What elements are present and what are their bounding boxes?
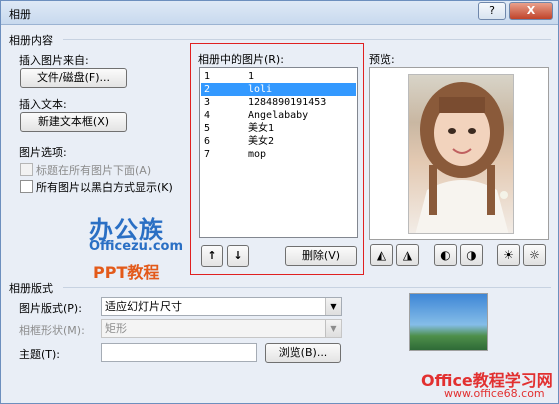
layout-preview-thumbnail (409, 293, 488, 351)
item-name: 1284890191453 (248, 97, 327, 108)
frame-shape-select[interactable]: 矩形 ▼ (101, 319, 342, 338)
chevron-down-icon[interactable]: ▼ (325, 298, 341, 315)
picture-layout-select[interactable]: 适应幻灯片尺寸 ▼ (101, 297, 342, 316)
album-layout-group-title: 相册版式 (9, 282, 53, 295)
insert-text-label: 插入文本: (19, 98, 67, 111)
album-content-group-title: 相册内容 (9, 34, 53, 47)
picture-layout-value: 适应幻灯片尺寸 (105, 300, 182, 313)
picture-layout-label: 图片版式(P): (19, 302, 82, 315)
increase-brightness-icon[interactable]: ☀ (497, 244, 520, 266)
item-name: 美女1 (248, 123, 275, 134)
title-bar: 相册 ? X (1, 1, 558, 25)
rotate-right-icon[interactable]: ◮ (396, 244, 419, 266)
list-item-selected[interactable]: 2 loli (201, 83, 356, 96)
chevron-down-icon[interactable]: ▼ (325, 320, 341, 337)
new-textbox-button[interactable]: 新建文本框(X) (20, 112, 127, 132)
item-number: 3 (204, 97, 211, 108)
preview-label: 预览: (369, 53, 395, 66)
list-item[interactable]: 4 Angelababy (201, 109, 356, 122)
frame-shape-value: 矩形 (105, 322, 127, 335)
browse-button[interactable]: 浏览(B)... (265, 343, 341, 363)
ppt-tutorial-text: PPT教程 (93, 263, 160, 282)
caption-below-checkbox[interactable] (20, 163, 33, 176)
item-number: 6 (204, 136, 211, 147)
picture-list-label: 相册中的图片(R): (198, 53, 284, 66)
list-item[interactable]: 6 美女2 (201, 135, 356, 148)
item-name: 1 (248, 71, 255, 82)
close-button[interactable]: X (509, 2, 553, 20)
item-number: 1 (204, 71, 211, 82)
item-number: 2 (204, 84, 211, 95)
list-item[interactable]: 5 美女1 (201, 122, 356, 135)
officezu-site-text: Officezu.com (89, 239, 184, 254)
move-down-button[interactable]: ↓ (227, 245, 249, 267)
album-layout-divider (63, 287, 551, 288)
girl-photo-image (415, 82, 509, 233)
item-name: 美女2 (248, 136, 275, 147)
delete-button[interactable]: 删除(V) (285, 246, 357, 266)
theme-label: 主题(T): (19, 348, 61, 361)
item-number: 7 (204, 149, 211, 160)
decrease-contrast-icon[interactable]: ◑ (460, 244, 483, 266)
office68-site-watermark: www.office68.com (444, 387, 545, 400)
increase-contrast-icon[interactable]: ◐ (434, 244, 457, 266)
list-item[interactable]: 11 (201, 70, 356, 83)
black-white-checkbox[interactable] (20, 180, 33, 193)
move-up-button[interactable]: ↑ (201, 245, 223, 267)
list-item[interactable]: 3 1284890191453 (201, 96, 356, 109)
item-number: 4 (204, 110, 211, 121)
preview-pane (369, 67, 549, 240)
rotate-left-icon[interactable]: ◭ (370, 244, 393, 266)
black-white-label: 所有图片以黑白方式显示(K) (36, 181, 173, 194)
item-name: Angelababy (248, 110, 309, 121)
help-button[interactable]: ? (478, 2, 506, 20)
decrease-brightness-icon[interactable]: ☼ (523, 244, 546, 266)
item-name: mop (248, 149, 267, 160)
item-number: 5 (204, 123, 211, 134)
photo-album-dialog: 相册 ? X 相册内容 插入图片来自: 文件/磁盘(F)... 插入文本: 新建… (0, 0, 559, 404)
theme-input[interactable] (101, 343, 257, 362)
list-item[interactable]: 7 mop (201, 148, 356, 161)
insert-from-label: 插入图片来自: (19, 54, 89, 67)
item-name: loli (248, 84, 273, 95)
picture-options-label: 图片选项: (19, 146, 67, 159)
picture-listbox[interactable]: 11 2 loli 3 1284890191453 4 Angelababy 5 美女1… (199, 67, 358, 238)
caption-below-label: 标题在所有图片下面(A) (36, 164, 152, 177)
file-disk-button[interactable]: 文件/磁盘(F)... (20, 68, 127, 88)
album-content-divider (63, 39, 551, 40)
frame-shape-label: 相框形状(M): (19, 324, 85, 337)
dialog-title: 相册 (9, 8, 31, 21)
preview-photo (408, 74, 514, 234)
